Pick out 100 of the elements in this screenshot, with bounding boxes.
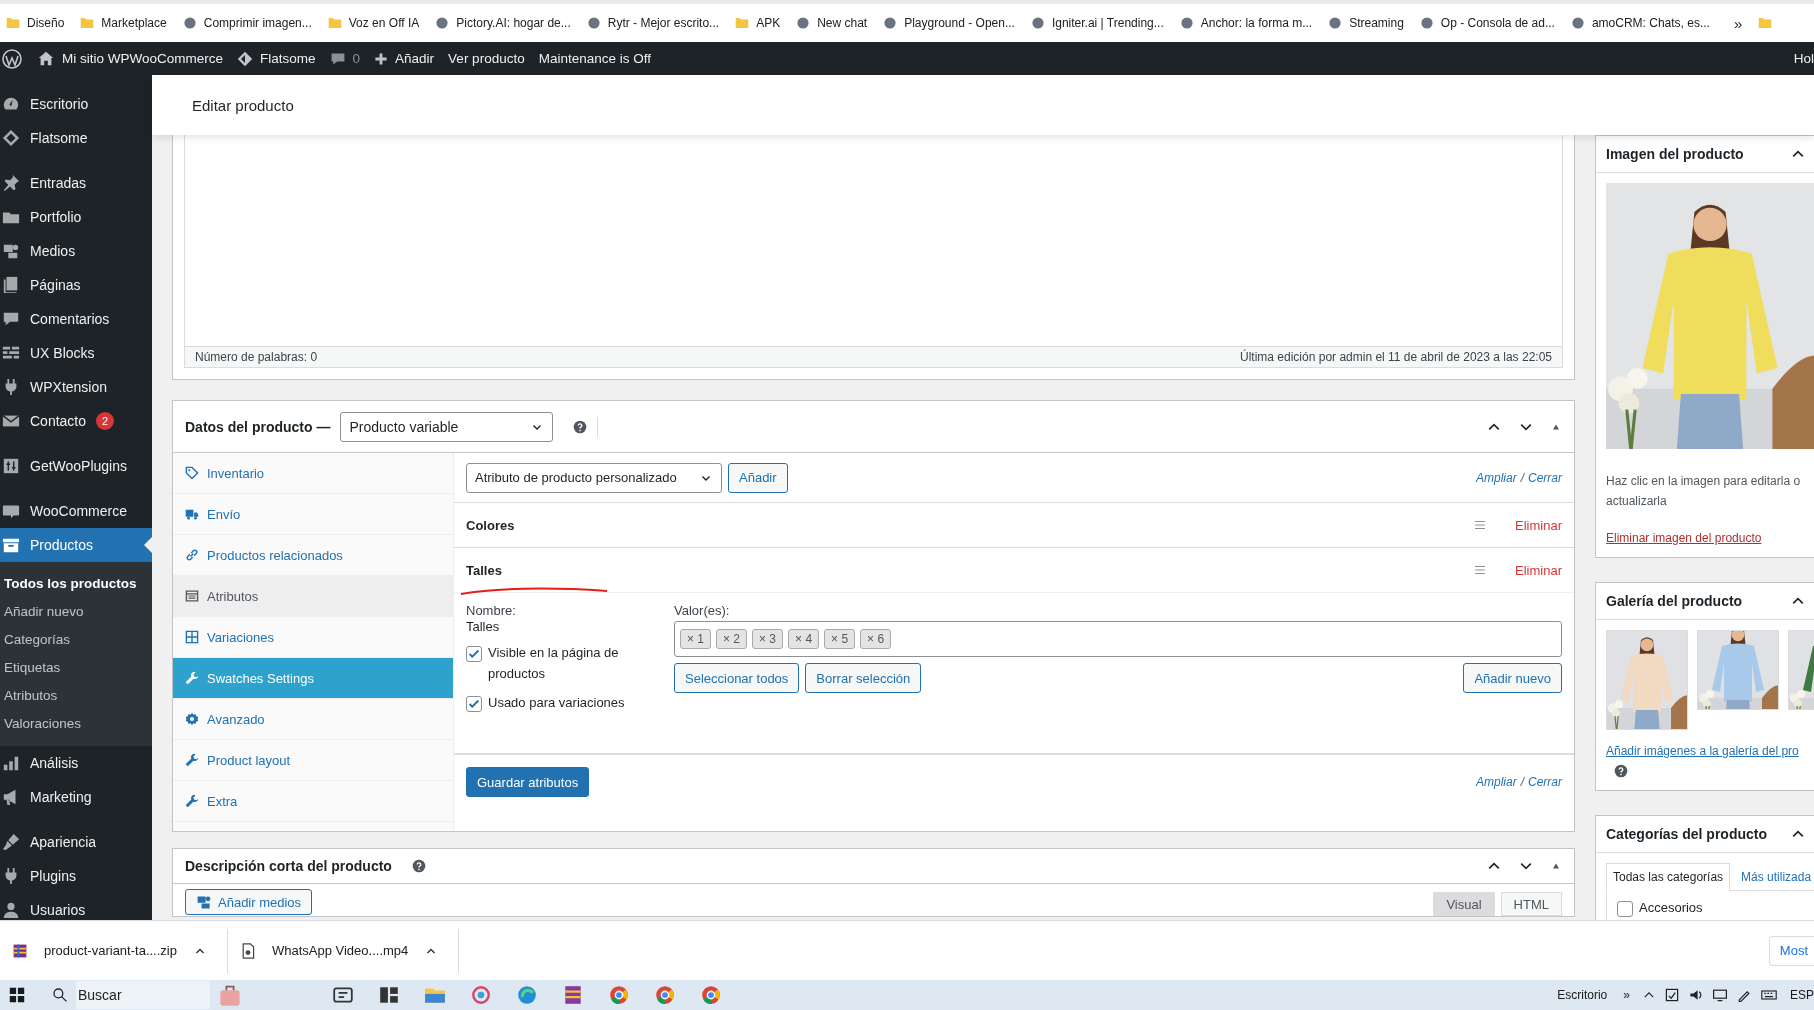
drag-handle-icon[interactable] bbox=[1473, 563, 1488, 577]
view-product-link[interactable]: Ver producto bbox=[441, 42, 532, 75]
theme-link[interactable]: Flatsome bbox=[230, 42, 323, 75]
bookmark[interactable]: amoCRM: Chats, es... bbox=[1570, 16, 1710, 30]
expand-link[interactable]: Ampliar bbox=[1475, 775, 1517, 789]
menu-item[interactable]: Apariencia bbox=[0, 825, 152, 859]
comments-link[interactable]: 0 bbox=[322, 42, 368, 75]
attribute-select[interactable]: Atributo de producto personalizado bbox=[466, 462, 722, 493]
value-tag[interactable]: × 1 bbox=[680, 629, 711, 649]
bookmark[interactable]: Playground - Open... bbox=[883, 16, 1015, 30]
menu-item[interactable]: Contacto 2 bbox=[0, 404, 152, 438]
bookmark[interactable]: Rytr - Mejor escrito... bbox=[586, 16, 720, 30]
menu-item[interactable]: Escritorio bbox=[0, 87, 152, 121]
category-tab[interactable]: Todas las categorías bbox=[1606, 863, 1731, 891]
product-data-tab[interactable]: Product layout bbox=[173, 740, 453, 781]
search-field[interactable]: Buscar bbox=[76, 981, 210, 1009]
remove-image-link[interactable]: Eliminar imagen del producto bbox=[1606, 531, 1762, 545]
show-all-button[interactable]: Most bbox=[1768, 935, 1814, 966]
product-data-tab[interactable]: Atributos bbox=[173, 576, 453, 617]
keyboard-icon[interactable] bbox=[1760, 987, 1778, 1003]
menu-item[interactable]: Productos bbox=[0, 528, 152, 562]
remove-link[interactable]: Eliminar bbox=[1515, 517, 1562, 533]
submenu-item[interactable]: Categorías bbox=[0, 626, 152, 654]
bookmark[interactable]: Streaming bbox=[1328, 16, 1404, 30]
category-tab[interactable]: Más utilizada bbox=[1734, 863, 1814, 891]
language-indicator[interactable]: ESP bbox=[1790, 988, 1814, 1002]
value-tag[interactable]: × 2 bbox=[716, 629, 748, 649]
menu-item[interactable]: Marketing bbox=[0, 780, 152, 814]
value-tag[interactable]: × 5 bbox=[824, 629, 856, 649]
bookmark[interactable]: Comprimir imagen... bbox=[182, 16, 312, 30]
submenu-item[interactable]: Valoraciones bbox=[0, 710, 152, 738]
download-item[interactable]: WhatsApp Video....mp4 bbox=[227, 928, 460, 973]
attribute-name[interactable]: Colores bbox=[466, 517, 515, 533]
drag-handle-icon[interactable] bbox=[1473, 518, 1488, 532]
new-link[interactable]: Añadir bbox=[367, 42, 442, 75]
menu-item[interactable]: Medios bbox=[0, 234, 152, 268]
bookmark[interactable]: Anchor: la forma m... bbox=[1179, 16, 1313, 30]
desktop-label[interactable]: Escritorio bbox=[1557, 988, 1608, 1002]
browser-icon[interactable] bbox=[654, 984, 676, 1006]
browser-icon[interactable] bbox=[516, 984, 538, 1006]
attribute-name[interactable]: Talles bbox=[466, 562, 502, 578]
product-data-tab[interactable]: Envío bbox=[173, 494, 453, 535]
add-media-button[interactable]: Añadir medios bbox=[185, 889, 313, 915]
menu-item[interactable]: UX Blocks bbox=[0, 336, 152, 370]
task-view-icon[interactable] bbox=[378, 984, 400, 1006]
action-button[interactable]: Seleccionar todos bbox=[674, 663, 800, 693]
add-new-button[interactable]: Añadir nuevo bbox=[1463, 663, 1562, 693]
add-gallery-images-link[interactable]: Añadir imágenes a la galería del pro bbox=[1606, 744, 1799, 758]
submenu-item[interactable]: Atributos bbox=[0, 682, 152, 710]
checkbox[interactable] bbox=[1617, 901, 1633, 917]
value-tag[interactable]: × 3 bbox=[752, 629, 784, 649]
checkbox[interactable] bbox=[466, 646, 482, 662]
submenu-item[interactable]: Añadir nuevo bbox=[0, 598, 152, 626]
menu-item[interactable]: Análisis bbox=[0, 746, 152, 780]
bookmark[interactable]: Marketplace bbox=[80, 16, 167, 30]
save-attributes-button[interactable]: Guardar atributos bbox=[466, 767, 590, 797]
windows-start-icon[interactable] bbox=[8, 986, 26, 1004]
menu-item[interactable]: Comentarios bbox=[0, 302, 152, 336]
menu-item[interactable]: GetWooPlugins bbox=[0, 449, 152, 483]
menu-item[interactable]: Páginas bbox=[0, 268, 152, 302]
menu-item[interactable]: Portfolio bbox=[0, 200, 152, 234]
paint-app-icon[interactable] bbox=[470, 984, 492, 1006]
product-data-tab[interactable]: Avanzado bbox=[173, 699, 453, 740]
more-button[interactable]: » bbox=[1623, 988, 1630, 1002]
value-tag[interactable]: × 4 bbox=[788, 629, 820, 649]
bookmark[interactable]: Voz en Off IA bbox=[327, 16, 420, 30]
submenu-item[interactable]: Etiquetas bbox=[0, 654, 152, 682]
bookmark[interactable]: Op - Consola de ad... bbox=[1419, 16, 1555, 30]
product-data-tab[interactable]: Inventario bbox=[173, 453, 453, 494]
bookmark[interactable]: Pictory.AI: hogar de... bbox=[435, 16, 571, 30]
bookmark[interactable]: New chat bbox=[796, 16, 868, 30]
bookmark[interactable]: Igniter.ai | Trending... bbox=[1030, 16, 1164, 30]
values-field[interactable]: × 1 × 2 × 3 × 4 × 5 × 6 bbox=[674, 621, 1562, 657]
account-link[interactable]: Hol bbox=[1786, 42, 1814, 75]
close-link[interactable]: Cerrar bbox=[1528, 775, 1562, 789]
download-item[interactable]: product-variant-ta....zip bbox=[0, 928, 228, 973]
add-button[interactable]: Añadir bbox=[728, 462, 788, 493]
maintenance-link[interactable]: Maintenance is Off bbox=[531, 42, 658, 75]
menu-item[interactable]: Entradas bbox=[0, 166, 152, 200]
menu-item[interactable]: WPXtension bbox=[0, 370, 152, 404]
browser-icon[interactable] bbox=[700, 984, 722, 1006]
browser-icon[interactable] bbox=[608, 984, 630, 1006]
editor-tab[interactable]: HTML bbox=[1500, 892, 1562, 916]
menu-item[interactable]: Usuarios bbox=[0, 893, 152, 920]
bookmark[interactable]: Diseño bbox=[6, 16, 65, 30]
action-button[interactable]: Borrar selección bbox=[805, 663, 922, 693]
checkbox[interactable] bbox=[466, 696, 482, 712]
submenu-item[interactable]: Todos los productos bbox=[0, 570, 152, 598]
menu-item[interactable]: Plugins bbox=[0, 859, 152, 893]
product-type-select[interactable]: Producto variable bbox=[340, 411, 554, 442]
tray-app-icon[interactable] bbox=[1664, 987, 1680, 1003]
site-link[interactable]: Mi sitio WPWooCommerce bbox=[30, 42, 231, 75]
close-link[interactable]: Cerrar bbox=[1528, 470, 1562, 485]
menu-item[interactable]: WooCommerce bbox=[0, 494, 152, 528]
monitor-icon[interactable] bbox=[1712, 987, 1728, 1003]
expand-link[interactable]: Ampliar bbox=[1475, 470, 1517, 485]
product-data-tab[interactable]: Extra bbox=[173, 781, 453, 822]
editor-tab[interactable]: Visual bbox=[1433, 892, 1495, 916]
archive-app-icon[interactable] bbox=[562, 984, 584, 1006]
bookmark[interactable]: APK bbox=[735, 16, 781, 30]
